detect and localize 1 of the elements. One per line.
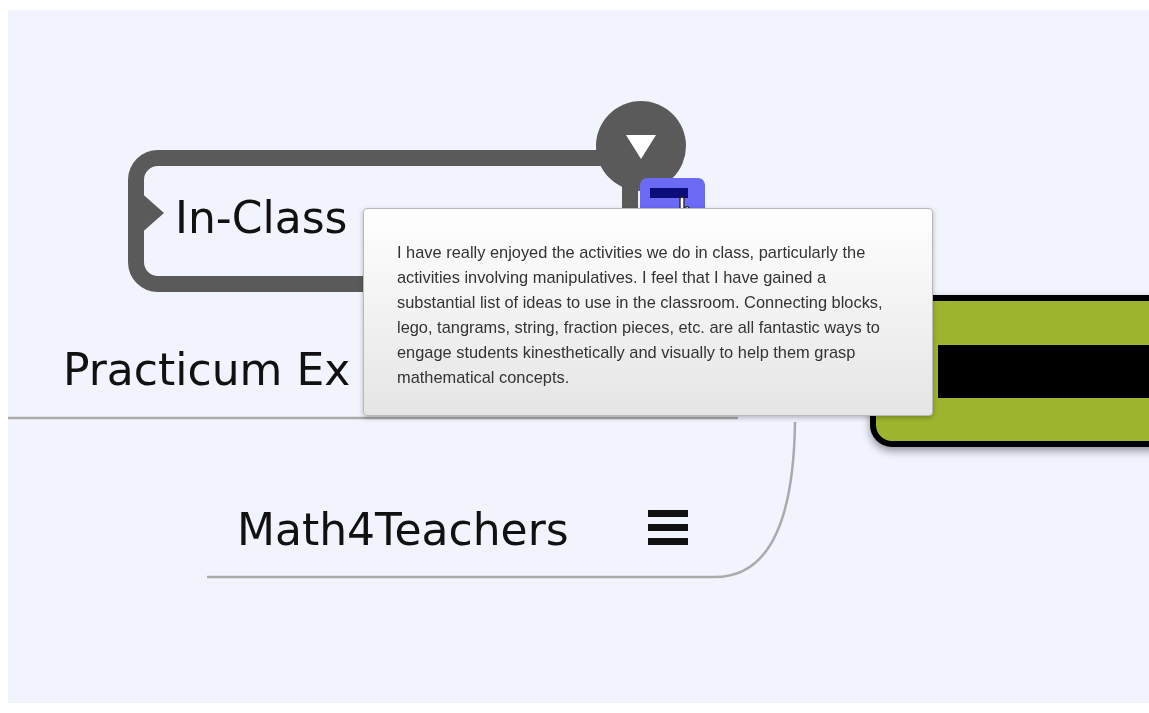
- note-text: I have really enjoyed the activities we do in class, particularly the activities involving manipulatives. I feel that I have gained a substantial list of ideas to use in the classroom. Connecting blocks, lego, tangrams, string, fraction pieces, etc. are all fantastic ways to engage students kinesthetically and visually to help them grasp mathematical concepts.: [397, 242, 884, 388]
